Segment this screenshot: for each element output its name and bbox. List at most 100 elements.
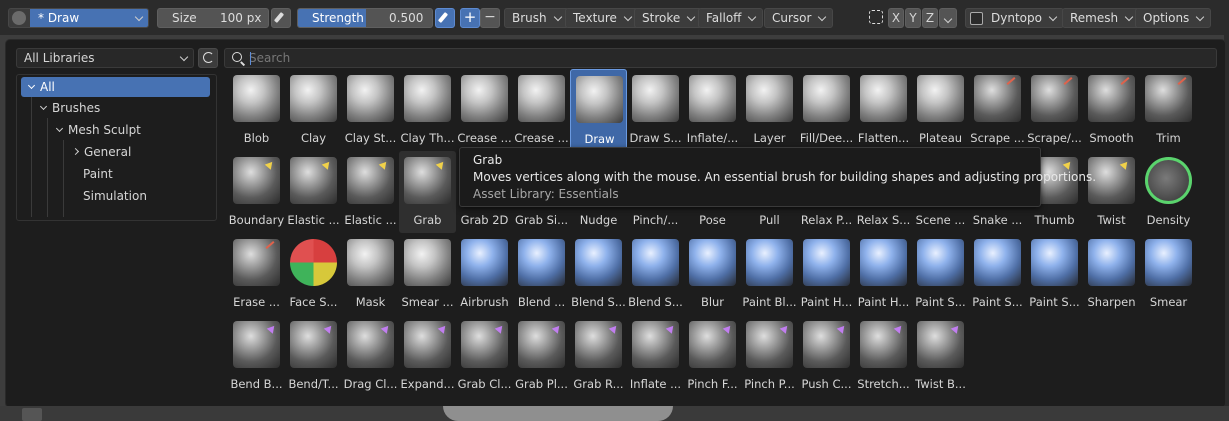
brush-tile[interactable]: Smooth <box>1083 69 1140 151</box>
brush-tile[interactable]: Expand... <box>399 315 456 397</box>
brush-tile[interactable]: Trim <box>1140 69 1197 151</box>
options-menu[interactable]: Options <box>1135 8 1212 28</box>
brush-tile[interactable]: Sharpen <box>1083 233 1140 315</box>
brush-tile[interactable]: Grab <box>399 151 456 233</box>
brush-tile[interactable]: Blend S... <box>570 233 627 315</box>
tree-item-brushes[interactable]: Brushes <box>39 98 100 118</box>
brush-label: Relax S... <box>856 213 911 227</box>
add-button[interactable]: + <box>460 8 480 28</box>
brush-thumbnail <box>917 321 964 368</box>
falloff-menu[interactable]: Falloff <box>698 8 764 28</box>
brush-thumbnail <box>974 239 1021 286</box>
brush-tile[interactable]: Blur <box>684 233 741 315</box>
tree-item-simulation[interactable]: Simulation <box>83 186 147 206</box>
brush-tile[interactable]: Twist B... <box>912 315 969 397</box>
brush-tile[interactable]: Paint Bl... <box>741 233 798 315</box>
brush-tile[interactable]: Boundary <box>228 151 285 233</box>
brush-tile[interactable]: Draw <box>570 69 627 151</box>
brush-thumbnail <box>689 321 736 368</box>
size-pressure-button[interactable] <box>271 8 291 28</box>
brush-label: Blend ... <box>517 295 566 309</box>
brush-tile[interactable]: Clay Th... <box>399 69 456 151</box>
brush-thumbnail <box>1145 157 1192 204</box>
brush-tile[interactable]: Paint H... <box>798 233 855 315</box>
remesh-menu[interactable]: Remesh <box>1062 8 1141 28</box>
strength-field[interactable]: Strength 0.500 <box>297 8 433 28</box>
brush-tile[interactable]: Drag Cl... <box>342 315 399 397</box>
brush-selector[interactable]: * Draw <box>8 8 149 28</box>
brush-label: Stretch... <box>857 377 910 391</box>
brush-tile[interactable]: Paint S... <box>1026 233 1083 315</box>
brush-tile[interactable]: Paint S... <box>969 233 1026 315</box>
tree-item-label: Paint <box>83 167 113 181</box>
brush-tile[interactable]: Scrape/... <box>1026 69 1083 151</box>
brush-tile[interactable]: Plateau <box>912 69 969 151</box>
axis-z-toggle[interactable]: Z <box>922 8 938 28</box>
brush-tile[interactable]: Paint H... <box>855 233 912 315</box>
brush-tile[interactable]: Inflate ... <box>627 315 684 397</box>
dyntopo-toggle[interactable]: Dyntopo <box>965 8 1064 28</box>
axis-y-toggle[interactable]: Y <box>905 8 921 28</box>
brush-tile[interactable]: Airbrush <box>456 233 513 315</box>
tree-item-mesh-sculpt[interactable]: Mesh Sculpt <box>55 120 141 140</box>
brush-tile[interactable]: Pinch F... <box>684 315 741 397</box>
brush-tile[interactable]: Draw S... <box>627 69 684 151</box>
brush-tile[interactable]: Bend B... <box>228 315 285 397</box>
pen-pressure-icon <box>273 12 285 23</box>
texture-menu[interactable]: Texture <box>565 8 639 28</box>
brush-tile[interactable]: Blend S... <box>627 233 684 315</box>
brush-tile[interactable]: Inflate/... <box>684 69 741 151</box>
brush-tile[interactable]: Stretch... <box>855 315 912 397</box>
brush-tile[interactable]: Clay St... <box>342 69 399 151</box>
brush-thumbnail <box>233 75 280 122</box>
brush-tile[interactable]: Mask <box>342 233 399 315</box>
cursor-menu[interactable]: Cursor <box>764 8 834 28</box>
symmetry-options-dropdown[interactable] <box>939 8 957 28</box>
subtract-button[interactable]: − <box>480 8 500 28</box>
tree-item-general[interactable]: General <box>71 142 131 162</box>
brush-tile[interactable]: Grab R... <box>570 315 627 397</box>
size-field[interactable]: Size 100 px <box>157 8 269 28</box>
brush-tile[interactable]: Blob <box>228 69 285 151</box>
brush-tile[interactable]: Twist <box>1083 151 1140 233</box>
refresh-icon[interactable] <box>198 48 218 68</box>
brush-tile[interactable]: Elastic ... <box>285 151 342 233</box>
brush-tile[interactable]: Bend/T... <box>285 315 342 397</box>
brush-label: Scene ... <box>915 213 966 227</box>
brush-tile[interactable]: Smear <box>1140 233 1197 315</box>
brush-tile[interactable]: Fill/Dee... <box>798 69 855 151</box>
brush-tile[interactable]: Face S... <box>285 233 342 315</box>
search-field[interactable] <box>224 48 1217 68</box>
brush-tile[interactable]: Grab Pl... <box>513 315 570 397</box>
brush-tile[interactable]: Smear ... <box>399 233 456 315</box>
brush-tile[interactable]: Erase ... <box>228 233 285 315</box>
brush-tile[interactable]: Flatten... <box>855 69 912 151</box>
brush-thumbnail <box>632 239 679 286</box>
brush-tile[interactable]: Clay <box>285 69 342 151</box>
brush-label: Paint S... <box>1029 295 1080 309</box>
brush-tile[interactable]: Elastic ... <box>342 151 399 233</box>
brush-tile[interactable]: Crease ... <box>456 69 513 151</box>
stroke-menu[interactable]: Stroke <box>634 8 703 28</box>
search-input[interactable] <box>249 50 1209 66</box>
library-select[interactable]: All Libraries <box>16 48 194 68</box>
brush-tile[interactable]: Grab Cl... <box>456 315 513 397</box>
brush-tile[interactable]: Layer <box>741 69 798 151</box>
brush-tile[interactable]: Push C... <box>798 315 855 397</box>
tree-item-all[interactable]: All <box>21 77 210 97</box>
brush-tile[interactable]: Crease ... <box>513 69 570 151</box>
brush-tile[interactable]: Paint S... <box>912 233 969 315</box>
axis-x-toggle[interactable]: X <box>888 8 904 28</box>
brush-thumbnail <box>233 321 280 368</box>
brush-tile[interactable]: Scrape ... <box>969 69 1026 151</box>
tree-item-label: Mesh Sculpt <box>68 123 141 137</box>
brush-tile[interactable]: Density <box>1140 151 1197 233</box>
brush-tile[interactable]: Blend ... <box>513 233 570 315</box>
brush-tile[interactable]: Pinch P... <box>741 315 798 397</box>
brush-menu[interactable]: Brush <box>504 8 569 28</box>
brush-thumbnail <box>860 239 907 286</box>
symmetry-icon[interactable] <box>869 10 883 24</box>
dyntopo-checkbox[interactable] <box>970 11 983 25</box>
strength-pressure-button[interactable] <box>435 8 455 28</box>
tree-item-paint[interactable]: Paint <box>83 164 113 184</box>
